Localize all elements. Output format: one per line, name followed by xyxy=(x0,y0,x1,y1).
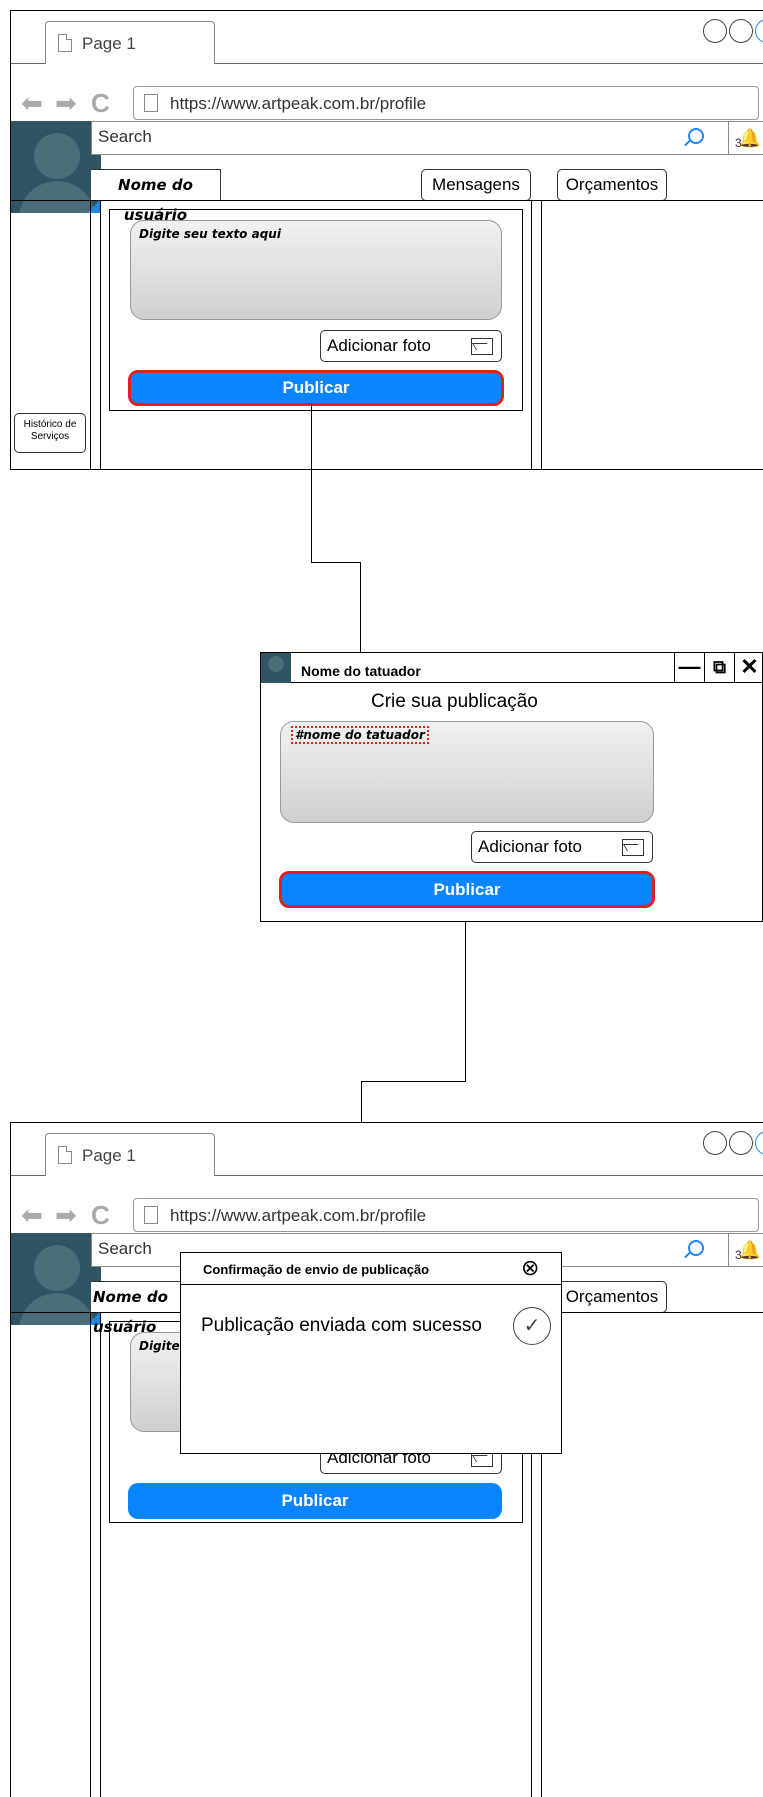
browser-window-1: Page 1 ⬅ ➡ C https://www.artpeak.com.br/… xyxy=(10,10,763,470)
window-title: Nome do tatuador xyxy=(301,663,421,679)
textarea-placeholder: Digite seu texto aqui xyxy=(139,227,281,241)
divider xyxy=(90,1312,91,1797)
check-circle-icon: ✓ xyxy=(513,1307,551,1345)
history-button[interactable]: Histórico de Serviços xyxy=(14,413,86,453)
avatar-head-icon xyxy=(34,133,80,179)
restore-icon[interactable]: ⧉ xyxy=(704,653,734,683)
username-label: Nome do usuário xyxy=(91,169,221,224)
url-field[interactable]: https://www.artpeak.com.br/profile xyxy=(133,86,759,120)
publish-button[interactable]: Publicar xyxy=(128,1483,502,1519)
divider xyxy=(541,200,542,469)
quotes-button[interactable]: Orçamentos xyxy=(557,1281,667,1313)
search-placeholder: Search xyxy=(98,127,152,146)
title-bar: Page 1 xyxy=(11,1123,763,1177)
image-icon xyxy=(622,839,644,856)
close-icon[interactable]: ✕ xyxy=(734,653,762,683)
messages-button[interactable]: Mensagens xyxy=(421,169,531,201)
window-circle-icon[interactable] xyxy=(755,19,763,43)
add-photo-label: Adicionar foto xyxy=(478,837,582,856)
forward-arrow-icon[interactable]: ➡ xyxy=(55,88,77,119)
avatar[interactable] xyxy=(261,653,291,683)
refresh-icon[interactable]: C xyxy=(91,88,110,119)
minimize-icon[interactable]: — xyxy=(674,653,704,683)
url-field[interactable]: https://www.artpeak.com.br/profile xyxy=(133,1198,759,1232)
window-circle-icon[interactable] xyxy=(729,19,753,43)
connector-line xyxy=(465,922,466,1081)
image-icon xyxy=(471,338,493,355)
window-circle-icon[interactable] xyxy=(755,1131,763,1155)
notification-bell-icon[interactable]: 3 🔔 xyxy=(728,121,763,155)
avatar-body-icon xyxy=(19,181,95,213)
page-icon xyxy=(58,34,72,52)
page-icon xyxy=(144,1206,158,1224)
check-glyph: ✓ xyxy=(523,1315,541,1337)
avatar-head-icon xyxy=(268,656,284,672)
search-icon[interactable] xyxy=(688,1240,704,1256)
back-arrow-icon[interactable]: ⬅ xyxy=(21,1200,43,1231)
confirmation-message: Publicação enviada com sucesso xyxy=(201,1315,482,1336)
window-buttons xyxy=(701,19,763,48)
back-arrow-icon[interactable]: ⬅ xyxy=(21,88,43,119)
notification-count: 3 xyxy=(735,136,742,150)
publish-button[interactable]: Publicar xyxy=(279,871,655,908)
add-photo-button[interactable]: Adicionar foto xyxy=(471,831,653,863)
window-title-bar: Nome do tatuador — ⧉ ✕ xyxy=(261,653,762,683)
tab-label: Page 1 xyxy=(82,34,136,53)
url-text: https://www.artpeak.com.br/profile xyxy=(170,94,427,113)
dialog-heading: Crie sua publicação xyxy=(371,691,538,712)
refresh-icon[interactable]: C xyxy=(91,1200,110,1231)
browser-tab[interactable]: Page 1 xyxy=(45,21,215,65)
notification-bell-icon[interactable]: 3 🔔 xyxy=(728,1233,763,1267)
browser-tab[interactable]: Page 1 xyxy=(45,1133,215,1177)
tag-text: #nome do tatuador xyxy=(291,726,429,744)
divider xyxy=(100,200,101,469)
page-icon xyxy=(58,1146,72,1164)
quotes-button[interactable]: Orçamentos xyxy=(557,169,667,201)
add-photo-button[interactable]: Adicionar foto xyxy=(320,330,502,362)
close-circle-icon[interactable]: ⊗ xyxy=(521,1255,539,1281)
add-photo-label: Adicionar foto xyxy=(327,336,431,355)
confirmation-title-bar: Confirmação de envio de publicação ⊗ xyxy=(181,1253,561,1285)
create-post-window: Nome do tatuador — ⧉ ✕ Crie sua publicaç… xyxy=(260,652,763,922)
window-circle-icon[interactable] xyxy=(729,1131,753,1155)
connector-line xyxy=(361,1081,466,1082)
connector-line xyxy=(311,404,312,562)
connector-line xyxy=(311,562,361,563)
forward-arrow-icon[interactable]: ➡ xyxy=(55,1200,77,1231)
confirmation-title: Confirmação de envio de publicação xyxy=(203,1262,430,1277)
divider xyxy=(100,1312,101,1797)
search-input[interactable]: Search 3 🔔 xyxy=(91,121,763,155)
publish-button[interactable]: Publicar xyxy=(128,370,504,406)
page-icon xyxy=(144,94,158,112)
confirmation-dialog: Confirmação de envio de publicação ⊗ Pub… xyxy=(180,1252,562,1454)
post-textarea[interactable]: #nome do tatuador xyxy=(280,721,654,823)
notification-count: 3 xyxy=(735,1248,742,1262)
divider xyxy=(11,200,763,201)
divider xyxy=(531,200,532,469)
divider xyxy=(90,200,91,469)
window-circle-icon[interactable] xyxy=(703,1131,727,1155)
window-circle-icon[interactable] xyxy=(703,19,727,43)
window-buttons xyxy=(701,1131,763,1160)
avatar-head-icon xyxy=(34,1245,80,1291)
browser-window-2: Page 1 ⬅ ➡ C https://www.artpeak.com.br/… xyxy=(10,1122,763,1797)
title-bar: Page 1 xyxy=(11,11,763,65)
tab-label: Page 1 xyxy=(82,1146,136,1165)
url-text: https://www.artpeak.com.br/profile xyxy=(170,1206,427,1225)
search-placeholder: Search xyxy=(98,1239,152,1258)
avatar-body-icon xyxy=(19,1293,95,1325)
search-icon[interactable] xyxy=(688,128,704,144)
post-textarea[interactable]: Digite seu texto aqui xyxy=(130,220,502,320)
composer-panel: Digite seu texto aqui Adicionar foto Pub… xyxy=(109,209,523,411)
